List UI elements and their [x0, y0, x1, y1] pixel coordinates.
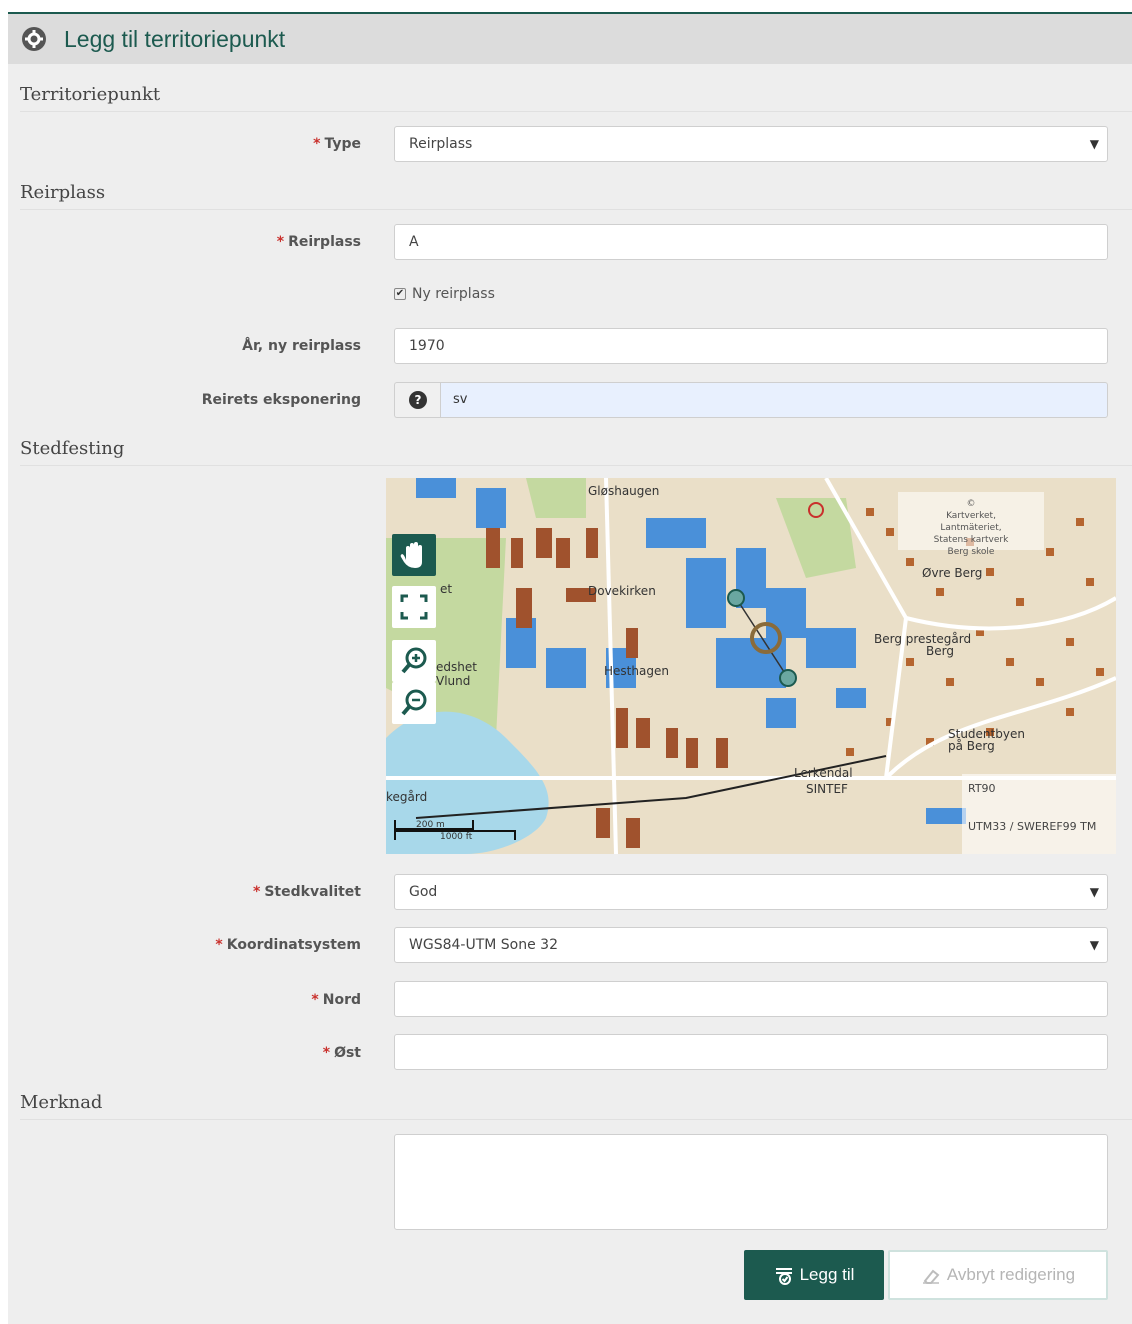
- aar-ny-reirplass-input[interactable]: 1970: [394, 328, 1108, 364]
- panel-header: Legg til territoriepunkt: [8, 14, 1132, 64]
- stedkvalitet-label: * Stedkvalitet: [253, 884, 361, 900]
- projection-option[interactable]: UTM33 / SWEREF99 TM: [968, 820, 1096, 833]
- question-icon: ?: [409, 391, 427, 409]
- ost-input[interactable]: [394, 1034, 1108, 1070]
- required-marker: *: [276, 234, 285, 250]
- map-place-label: kegård: [386, 790, 428, 804]
- required-marker: *: [253, 884, 261, 900]
- required-marker: *: [311, 992, 319, 1008]
- chevron-down-icon: ▼: [1089, 938, 1099, 952]
- form-panel: Legg til territoriepunkt Territoriepunkt…: [8, 12, 1132, 1324]
- add-button[interactable]: Legg til: [744, 1250, 884, 1300]
- section-heading: Stedfesting: [20, 438, 125, 459]
- pan-button[interactable]: [392, 534, 436, 576]
- zoom-in-button[interactable]: [392, 640, 436, 682]
- reirplass-label: * Reirplass: [276, 234, 361, 250]
- merknad-textarea[interactable]: [394, 1134, 1108, 1230]
- map-place-label: Øvre Berg: [922, 566, 983, 580]
- koordinatsystem-select[interactable]: WGS84-UTM Sone 32 ▼: [394, 927, 1108, 963]
- map-place-label: Berg prestegård: [874, 632, 972, 646]
- fullscreen-button[interactable]: [392, 586, 436, 628]
- reirplass-input[interactable]: A: [394, 224, 1108, 260]
- projection-option[interactable]: RT90: [968, 782, 996, 795]
- eksponering-label: Reirets eksponering: [201, 392, 361, 408]
- help-button[interactable]: ?: [394, 382, 440, 418]
- fullscreen-icon: [400, 594, 428, 620]
- section-stedfesting: Stedfesting: [20, 426, 1132, 466]
- ny-reirplass-checkbox[interactable]: ✔: [394, 288, 406, 300]
- save-icon: [775, 1267, 792, 1285]
- nord-label: * Nord: [311, 992, 361, 1008]
- eksponering-input[interactable]: sv: [440, 382, 1108, 418]
- map-place-label: Hesthagen: [604, 664, 669, 678]
- stedkvalitet-select[interactable]: God ▼: [394, 874, 1108, 910]
- chevron-down-icon: ▼: [1089, 885, 1099, 899]
- page-title: Legg til territoriepunkt: [64, 26, 286, 52]
- type-select[interactable]: Reirplass ▼: [394, 126, 1108, 162]
- ost-label: * Øst: [322, 1045, 361, 1061]
- map-place-label: Vlund: [436, 674, 471, 688]
- map-place-label: Studentbyen på Berg: [948, 727, 1025, 753]
- map-scale: 200 m 1000 ft: [394, 820, 516, 842]
- section-heading: Merknad: [20, 1092, 103, 1113]
- section-heading: Territoriepunkt: [20, 84, 161, 105]
- map-place-label: SINTEF: [806, 782, 848, 796]
- map-view[interactable]: Gløshaugen Dovekirken Hesthagen Øvre Ber…: [386, 478, 1116, 854]
- map-place-label: Gløshaugen: [588, 484, 660, 498]
- gear-icon: [22, 27, 46, 51]
- section-heading: Reirplass: [20, 182, 106, 203]
- required-marker: *: [322, 1045, 331, 1061]
- aar-ny-reirplass-label: År, ny reirplass: [242, 338, 361, 354]
- koordinatsystem-label: * Koordinatsystem: [215, 937, 361, 953]
- cancel-edit-button[interactable]: Avbryt redigering: [888, 1250, 1108, 1300]
- map-place-label: edshet: [436, 660, 477, 674]
- section-territoriepunkt: Territoriepunkt: [20, 72, 1132, 112]
- zoom-in-icon: [401, 647, 427, 674]
- zoom-out-icon: [401, 689, 427, 716]
- map-place-label: et: [440, 582, 453, 596]
- chevron-down-icon: ▼: [1089, 137, 1099, 151]
- nord-input[interactable]: [394, 981, 1108, 1017]
- map-attribution: © Kartverket, Lantmäteriet, Statens kart…: [898, 492, 1044, 557]
- required-marker: *: [313, 136, 321, 152]
- park-area: [526, 478, 586, 518]
- zoom-out-button[interactable]: [392, 682, 436, 724]
- type-label: * Type: [313, 136, 361, 152]
- projection-panel: RT90 UTM33 / SWEREF99 TM: [962, 774, 1116, 854]
- section-reirplass: Reirplass: [20, 170, 1132, 210]
- map-place-label: Dovekirken: [588, 584, 656, 598]
- section-merknad: Merknad: [20, 1080, 1132, 1120]
- hand-icon: [400, 542, 422, 568]
- required-marker: *: [215, 937, 223, 953]
- map-place-label: Berg: [926, 644, 954, 658]
- eraser-icon: [922, 1269, 940, 1284]
- ny-reirplass-checkbox-row[interactable]: ✔ Ny reirplass: [394, 286, 495, 306]
- map-place-label: Lerkendal: [794, 766, 853, 780]
